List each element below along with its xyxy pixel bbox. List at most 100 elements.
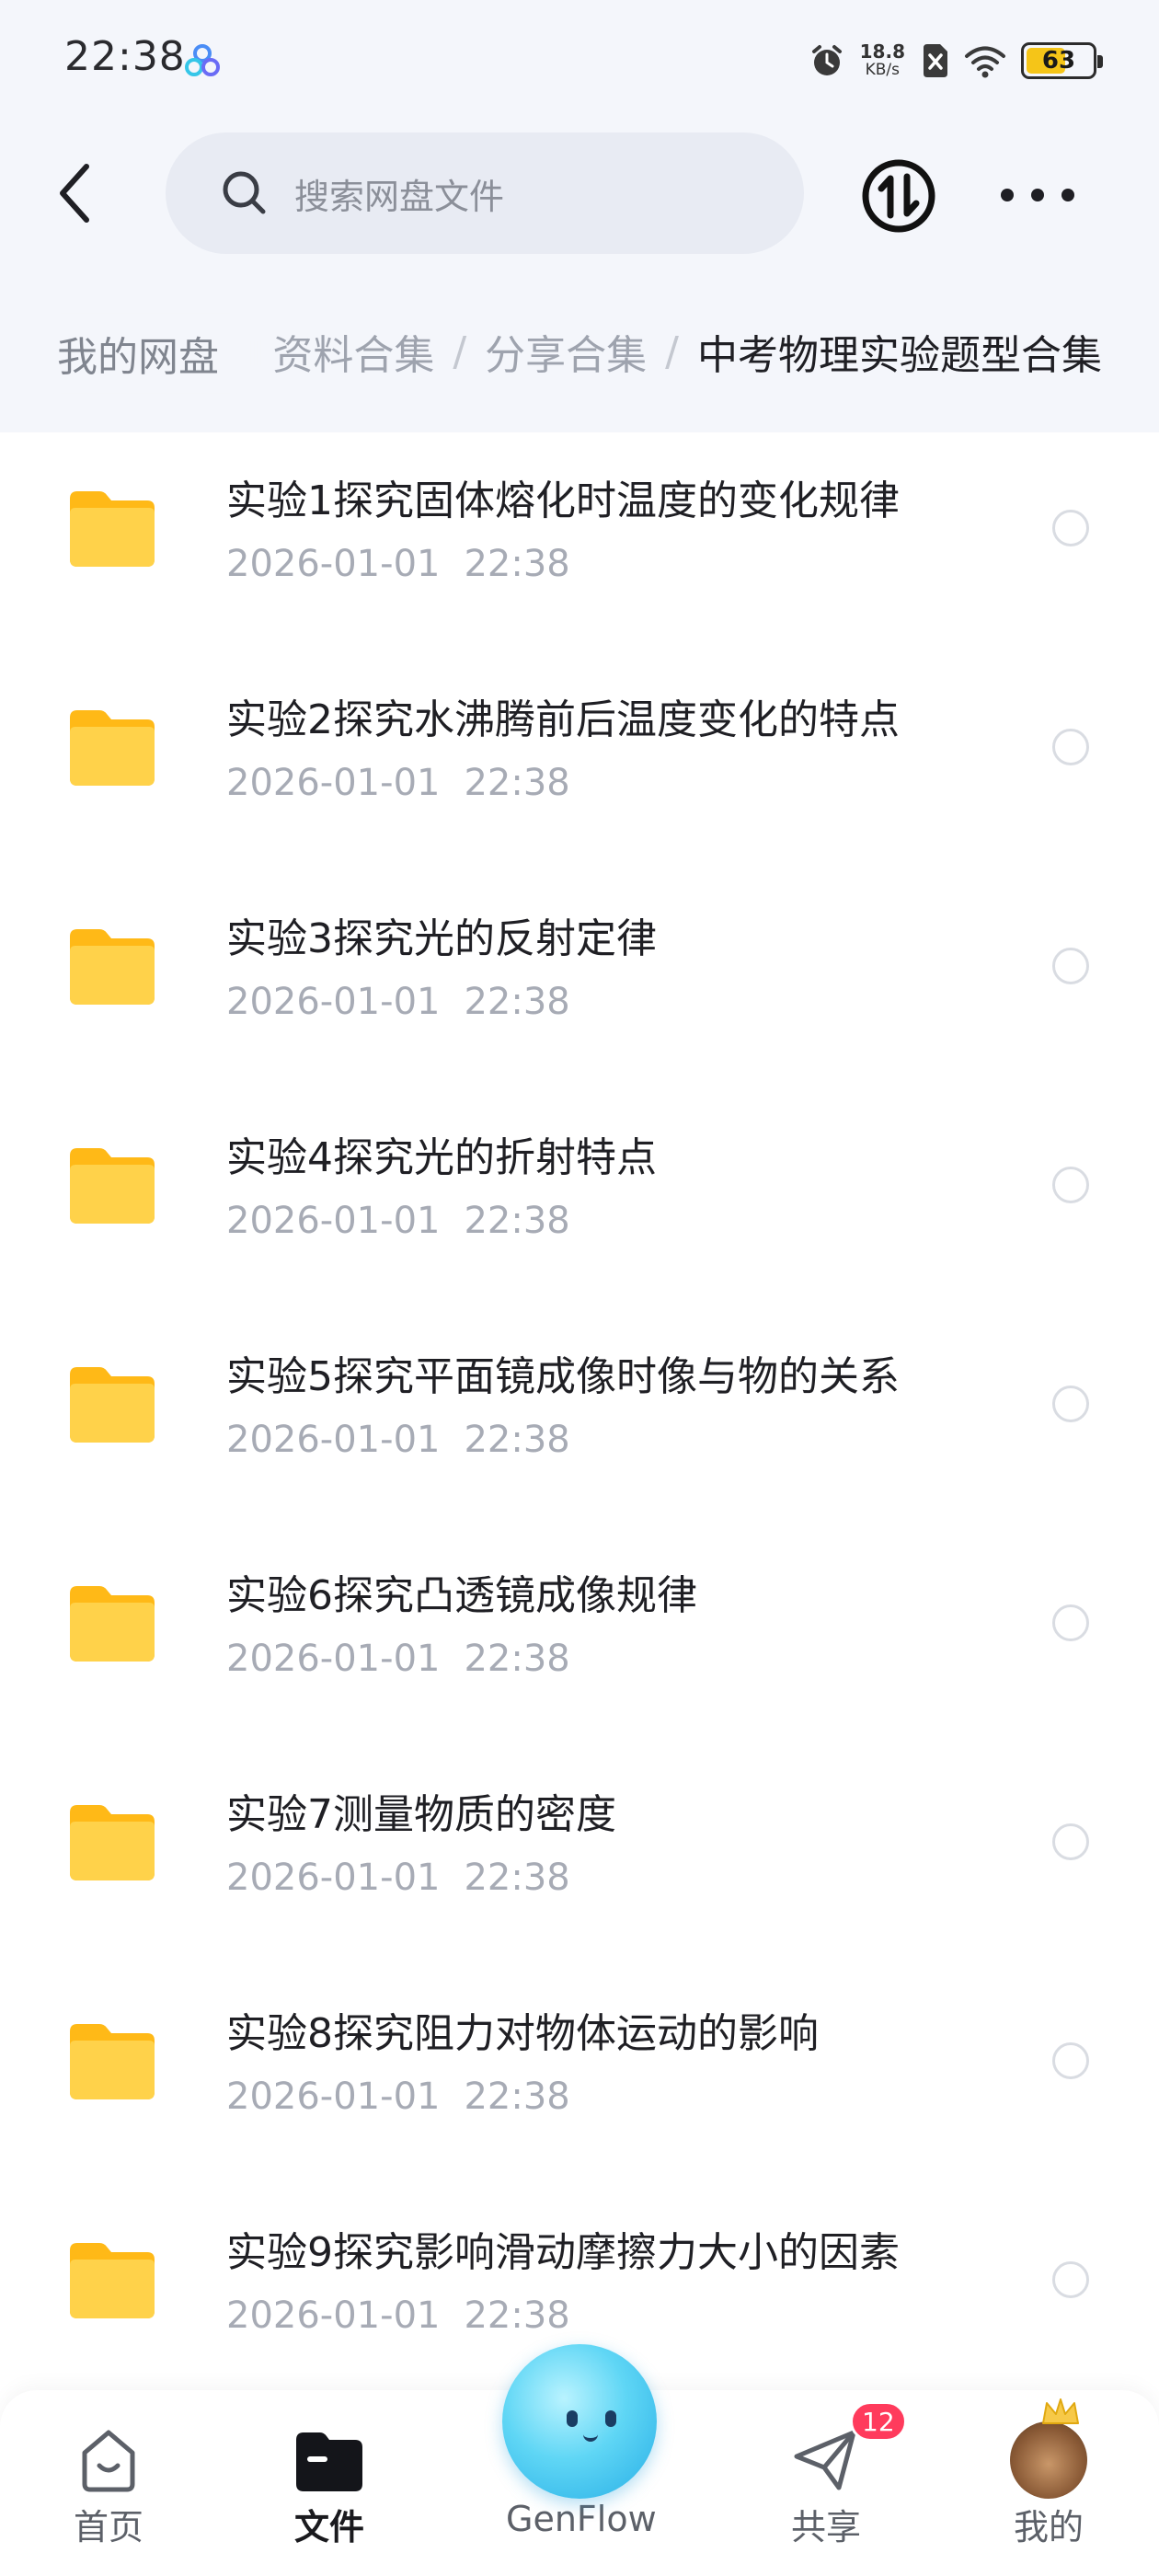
paper-plane-icon: [794, 2430, 856, 2490]
folder-icon: [70, 1148, 155, 1224]
file-row[interactable]: 实验2探究水沸腾前后温度变化的特点 2026-01-01 22:38: [0, 651, 1159, 870]
select-checkbox[interactable]: [1052, 1386, 1089, 1422]
folder-icon: [70, 2024, 155, 2099]
file-date: 2026-01-01: [226, 543, 441, 585]
battery-level: 63: [1041, 47, 1076, 75]
file-date: 2026-01-01: [226, 1200, 441, 1242]
file-row[interactable]: 实验7测量物质的密度 2026-01-01 22:38: [0, 1746, 1159, 1965]
file-date: 2026-01-01: [226, 981, 441, 1023]
file-meta: 2026-01-01 22:38: [226, 1857, 570, 1899]
file-meta: 2026-01-01 22:38: [226, 2076, 570, 2118]
breadcrumb-track: 资料合集 / 分享合集 / 中考物理实验题型合集: [272, 322, 1102, 381]
mascot-mouth: [583, 2434, 598, 2442]
home-icon: [82, 2430, 135, 2492]
select-checkbox[interactable]: [1052, 1167, 1089, 1203]
file-meta: 2026-01-01 22:38: [226, 762, 570, 804]
nav-home[interactable]: 首页: [35, 2390, 182, 2576]
folder-icon: [70, 491, 155, 567]
nav-files[interactable]: 文件: [256, 2390, 403, 2576]
file-time: 22:38: [464, 1200, 570, 1242]
select-checkbox[interactable]: [1052, 2042, 1089, 2079]
more-dot: [1031, 189, 1044, 201]
baidu-netdisk-icon: [185, 44, 220, 76]
file-row[interactable]: 实验4探究光的折射特点 2026-01-01 22:38: [0, 1089, 1159, 1308]
file-meta: 2026-01-01 22:38: [226, 1638, 570, 1680]
breadcrumb-separator: /: [665, 328, 679, 375]
file-row[interactable]: 实验8探究阻力对物体运动的影响 2026-01-01 22:38: [0, 1965, 1159, 2184]
status-bar: 22:38 18.8 KB/s 63: [0, 0, 1159, 120]
select-checkbox[interactable]: [1052, 948, 1089, 984]
file-name: 实验4探究光的折射特点: [226, 1134, 657, 1181]
file-name: 实验1探究固体熔化时温度的变化规律: [226, 477, 900, 524]
search-input[interactable]: 搜索网盘文件: [166, 132, 804, 254]
breadcrumb-separator: /: [453, 328, 467, 375]
genflow-mascot-icon[interactable]: [502, 2344, 657, 2499]
folder-icon: [70, 1367, 155, 1443]
file-name: 实验5探究平面镜成像时像与物的关系: [226, 1353, 900, 1400]
breadcrumb-current: 中考物理实验题型合集: [697, 332, 1102, 379]
back-icon: [60, 164, 89, 223]
nav-home-label: 首页: [73, 2507, 143, 2547]
file-row[interactable]: 实验3探究光的反射定律 2026-01-01 22:38: [0, 870, 1159, 1089]
more-dot: [1061, 189, 1074, 201]
mascot-eye: [567, 2410, 578, 2427]
battery-icon: 63: [1021, 42, 1103, 79]
file-row[interactable]: 实验1探究固体熔化时温度的变化规律 2026-01-01 22:38: [0, 432, 1159, 651]
select-checkbox[interactable]: [1052, 1604, 1089, 1641]
file-time: 22:38: [464, 981, 570, 1023]
file-name: 实验9探究影响滑动摩擦力大小的因素: [226, 2229, 900, 2276]
file-time: 22:38: [464, 762, 570, 804]
file-meta: 2026-01-01 22:38: [226, 1419, 570, 1461]
file-date: 2026-01-01: [226, 1419, 441, 1461]
folder-icon: [70, 2243, 155, 2318]
file-date: 2026-01-01: [226, 762, 441, 804]
select-checkbox[interactable]: [1052, 2261, 1089, 2298]
select-checkbox[interactable]: [1052, 1823, 1089, 1860]
wifi-icon: [965, 46, 1005, 78]
file-row[interactable]: 实验5探究平面镜成像时像与物的关系 2026-01-01 22:38: [0, 1308, 1159, 1527]
file-time: 22:38: [464, 2294, 570, 2337]
select-checkbox[interactable]: [1052, 510, 1089, 546]
search-placeholder: 搜索网盘文件: [294, 176, 505, 217]
file-time: 22:38: [464, 1857, 570, 1899]
nav-genflow-label: GenFlow: [506, 2499, 657, 2539]
nav-me-label: 我的: [1013, 2507, 1084, 2547]
file-date: 2026-01-01: [226, 1638, 441, 1680]
more-dot: [1001, 189, 1014, 201]
file-time: 22:38: [464, 543, 570, 585]
alarm-icon: [811, 45, 842, 75]
file-meta: 2026-01-01 22:38: [226, 2294, 570, 2337]
avatar[interactable]: [1010, 2421, 1087, 2499]
breadcrumb-item[interactable]: 资料合集: [272, 322, 434, 381]
files-icon: [296, 2432, 362, 2491]
breadcrumb-item[interactable]: 分享合集: [485, 322, 647, 381]
nav-files-label: 文件: [293, 2507, 364, 2547]
file-meta: 2026-01-01 22:38: [226, 543, 570, 585]
breadcrumb-root[interactable]: 我的网盘: [28, 315, 248, 392]
status-time: 22:38: [64, 33, 186, 80]
file-meta: 2026-01-01 22:38: [226, 1200, 570, 1242]
folder-icon: [70, 1805, 155, 1880]
crown-icon: [1042, 2398, 1079, 2424]
file-row[interactable]: 实验6探究凸透镜成像规律 2026-01-01 22:38: [0, 1527, 1159, 1746]
no-sim-icon: [924, 44, 947, 77]
nav-share-label: 共享: [790, 2507, 861, 2547]
file-list: 实验1探究固体熔化时温度的变化规律 2026-01-01 22:38 实验2探究水…: [0, 432, 1159, 2392]
file-name: 实验7测量物质的密度: [226, 1791, 616, 1838]
file-name: 实验6探究凸透镜成像规律: [226, 1572, 697, 1619]
folder-icon: [70, 710, 155, 786]
transfer-icon[interactable]: [861, 158, 936, 234]
more-icon[interactable]: [1001, 175, 1074, 215]
file-name: 实验2探究水沸腾前后温度变化的特点: [226, 696, 900, 743]
file-meta: 2026-01-01 22:38: [226, 981, 570, 1023]
file-date: 2026-01-01: [226, 1857, 441, 1899]
mascot-eye: [605, 2410, 616, 2427]
file-date: 2026-01-01: [226, 2076, 441, 2118]
select-checkbox[interactable]: [1052, 729, 1089, 765]
search-icon: [223, 171, 266, 214]
file-time: 22:38: [464, 2076, 570, 2118]
file-time: 22:38: [464, 1638, 570, 1680]
file-time: 22:38: [464, 1419, 570, 1461]
back-button[interactable]: [46, 156, 101, 230]
folder-icon: [70, 1586, 155, 1662]
